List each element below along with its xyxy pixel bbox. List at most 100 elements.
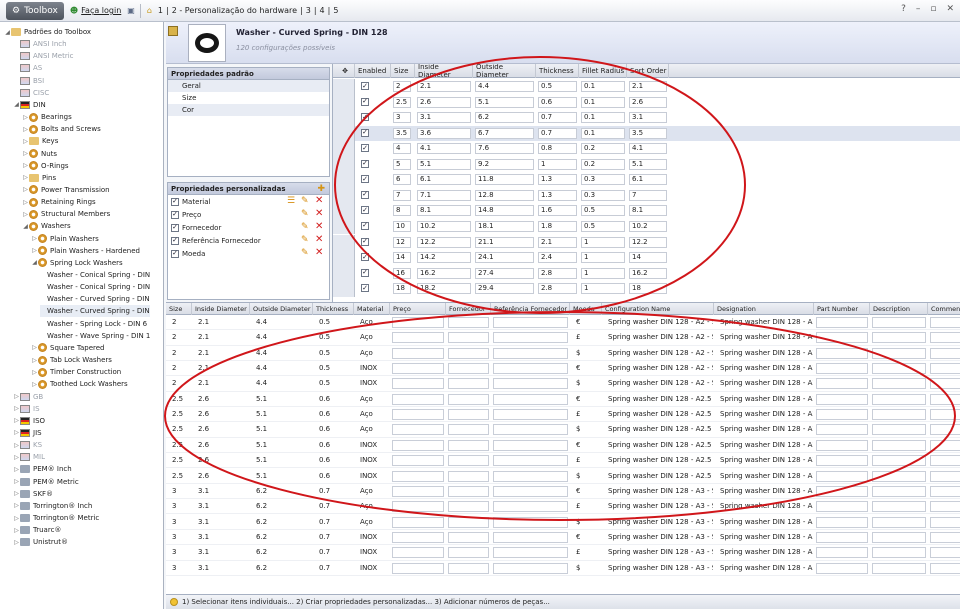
- property-checkbox[interactable]: ✓: [171, 210, 179, 219]
- part-cell[interactable]: 3: [169, 486, 191, 497]
- part-cell[interactable]: [493, 516, 568, 528]
- property-checkbox[interactable]: ✓: [171, 236, 179, 245]
- part-row[interactable]: 3 3.1 6.2 0.7 INOX £ Spring washer DIN 128 - A…: [166, 545, 960, 561]
- tree-expander-icon[interactable]: ▷: [13, 417, 20, 424]
- part-cell[interactable]: Aço: [357, 517, 389, 528]
- part-cell[interactable]: Spring washer DIN 128 - A3: [717, 517, 813, 528]
- part-cell[interactable]: [816, 470, 868, 482]
- tree-item[interactable]: ▷ KS: [13, 439, 42, 451]
- row-selector[interactable]: [333, 110, 355, 126]
- config-column-header[interactable]: Fillet Radius: [579, 64, 627, 78]
- breadcrumb-step[interactable]: 5: [333, 6, 338, 15]
- part-cell[interactable]: 2: [169, 378, 191, 389]
- enabled-checkbox[interactable]: ✓: [361, 144, 369, 153]
- tree-expander-icon[interactable]: ▷: [13, 466, 20, 473]
- part-row[interactable]: 2.5 2.6 5.1 0.6 Aço € Spring washer DIN 128 - …: [166, 392, 960, 408]
- tree-expander-icon[interactable]: ▷: [22, 186, 29, 193]
- part-cell[interactable]: [872, 409, 926, 421]
- part-cell[interactable]: [493, 531, 568, 543]
- part-cell[interactable]: €: [573, 486, 601, 497]
- tree-item[interactable]: ▷ Retaining Rings: [22, 196, 96, 208]
- part-cell[interactable]: [872, 562, 926, 574]
- config-column-header[interactable]: Thickness: [536, 64, 579, 78]
- part-cell[interactable]: 2.5: [169, 394, 191, 405]
- config-cell[interactable]: 0.1: [581, 96, 625, 108]
- part-cell[interactable]: [392, 501, 444, 513]
- row-selector[interactable]: [333, 156, 355, 173]
- row-selector[interactable]: [333, 94, 355, 111]
- part-cell[interactable]: 3: [169, 532, 191, 543]
- part-cell[interactable]: [816, 317, 868, 328]
- part-cell[interactable]: 5.1: [253, 440, 312, 451]
- tree-expander-icon[interactable]: ◢: [22, 223, 29, 230]
- config-cell[interactable]: 3.5: [629, 127, 667, 139]
- part-cell[interactable]: [816, 455, 868, 467]
- part-cell[interactable]: INOX: [357, 563, 389, 574]
- config-row[interactable]: ✓ 18 18.2 29.4 2.8 1 18: [333, 281, 960, 297]
- part-cell[interactable]: INOX: [357, 440, 389, 451]
- config-column-header[interactable]: Outside Diameter: [473, 64, 536, 79]
- home-button[interactable]: ⌂: [147, 6, 152, 15]
- part-cell[interactable]: [493, 393, 568, 405]
- part-cell[interactable]: 5.1: [253, 409, 312, 420]
- part-cell[interactable]: [493, 455, 568, 467]
- standard-property-item[interactable]: Cor: [168, 104, 329, 116]
- part-column-header[interactable]: Designation: [714, 303, 814, 315]
- part-cell[interactable]: [930, 317, 960, 328]
- row-selector[interactable]: [333, 141, 355, 157]
- back-icon[interactable]: [168, 26, 178, 36]
- part-cell[interactable]: INOX: [357, 455, 389, 466]
- config-cell[interactable]: 1.3: [538, 189, 577, 201]
- config-column-header[interactable]: Size: [391, 64, 415, 78]
- breadcrumb-step[interactable]: 4: [320, 6, 325, 15]
- part-cell[interactable]: [930, 363, 960, 375]
- part-cell[interactable]: 2.5: [169, 409, 191, 420]
- part-cell[interactable]: Spring washer DIN 128 - A3 - S: [605, 501, 713, 512]
- part-cell[interactable]: Spring washer DIN 128 - A2 - SS: [605, 378, 713, 389]
- part-cell[interactable]: [448, 562, 489, 574]
- config-cell[interactable]: 0.1: [581, 81, 625, 92]
- part-row[interactable]: 2.5 2.6 5.1 0.6 INOX £ Spring washer DIN 128 -…: [166, 453, 960, 469]
- config-cell[interactable]: 3.5: [393, 127, 411, 139]
- part-cell[interactable]: [448, 393, 489, 405]
- config-cell[interactable]: 4: [393, 143, 411, 155]
- delete-icon[interactable]: ✕: [315, 248, 325, 258]
- tree-expander-icon[interactable]: ▷: [13, 393, 20, 400]
- config-row[interactable]: ✓ 2.5 2.6 5.1 0.6 0.1 2.6: [333, 94, 960, 111]
- part-cell[interactable]: £: [573, 547, 601, 558]
- tree-item[interactable]: ▷ Plain Washers - Hardened: [31, 245, 140, 257]
- part-cell[interactable]: 0.5: [316, 348, 353, 359]
- tree-item[interactable]: ▷ Timber Construction: [31, 366, 121, 378]
- tree-expander-icon[interactable]: ▷: [31, 369, 38, 376]
- tree-item[interactable]: ◢ Washers: [22, 220, 71, 232]
- config-cell[interactable]: 16: [393, 267, 411, 279]
- tree-item[interactable]: ▷ Pins: [22, 172, 56, 184]
- part-cell[interactable]: 4.4: [253, 378, 312, 389]
- part-cell[interactable]: €: [573, 532, 601, 543]
- part-cell[interactable]: Spring washer DIN 128 - A2: [717, 348, 813, 359]
- config-cell[interactable]: 4.1: [417, 143, 471, 155]
- part-cell[interactable]: [872, 317, 926, 328]
- tree-expander-icon[interactable]: ▷: [31, 357, 38, 364]
- part-cell[interactable]: Spring washer DIN 128 - A2 - S: [605, 332, 713, 343]
- part-column-header[interactable]: Material: [354, 303, 390, 315]
- part-cell[interactable]: 3.1: [195, 547, 249, 558]
- tree-item[interactable]: ▷ Plain Washers: [31, 233, 99, 245]
- tree-expander-icon[interactable]: ▷: [22, 114, 29, 121]
- part-cell[interactable]: 0.6: [316, 394, 353, 405]
- part-cell[interactable]: [493, 547, 568, 559]
- configuration-table[interactable]: ✥ Enabled Size Inside Diameter Outside Diam…: [332, 64, 960, 302]
- part-cell[interactable]: [493, 470, 568, 482]
- tree-expander-icon[interactable]: ▷: [13, 502, 20, 509]
- part-cell[interactable]: €: [573, 363, 601, 374]
- breadcrumb-step[interactable]: 2 - Personalização do hardware: [172, 6, 297, 15]
- config-cell[interactable]: 2.6: [629, 96, 667, 108]
- part-cell[interactable]: [816, 516, 868, 528]
- part-cell[interactable]: [930, 547, 960, 559]
- tree-item[interactable]: ANSI Metric: [13, 50, 74, 62]
- config-cell[interactable]: 16.2: [629, 267, 667, 279]
- part-cell[interactable]: Aço: [357, 409, 389, 420]
- part-cell[interactable]: Aço: [357, 332, 389, 343]
- part-cell[interactable]: [493, 562, 568, 574]
- part-cell[interactable]: 0.5: [316, 332, 353, 343]
